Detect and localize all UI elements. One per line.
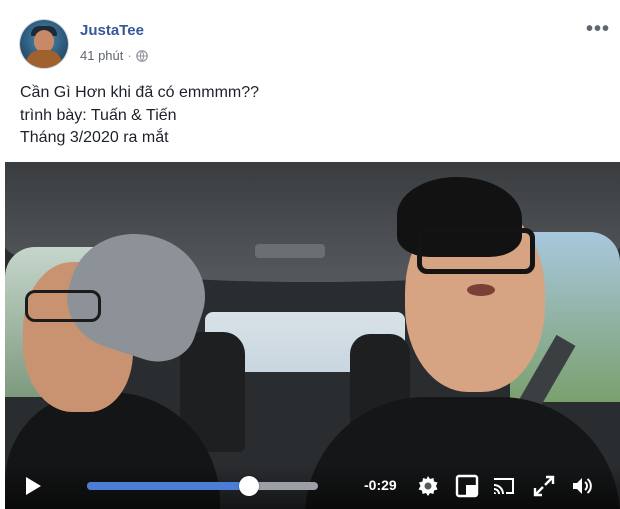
play-icon[interactable]: [23, 475, 43, 497]
video-frame-mirror: [255, 244, 325, 258]
picture-in-picture-icon[interactable]: [455, 474, 479, 498]
progress-bar[interactable]: [87, 476, 318, 496]
post-timestamp[interactable]: 41 phút: [80, 48, 123, 63]
volume-icon[interactable]: [570, 474, 594, 498]
progress-thumb[interactable]: [238, 476, 259, 496]
video-controls: -0:29: [5, 465, 620, 509]
meta-separator: ·: [127, 48, 132, 63]
post-text-line: Cần Gì Hơn khi đã có emmmm??: [20, 84, 260, 101]
post-meta: 41 phút ·: [80, 48, 148, 63]
author-name[interactable]: JustaTee: [80, 22, 144, 39]
post-text-line: trình bày: Tuấn & Tiến: [20, 106, 177, 124]
post-text: Cần Gì Hơn khi đã có emmmm?? trình bày: …: [20, 82, 259, 150]
cast-icon[interactable]: [492, 474, 516, 498]
avatar[interactable]: [20, 20, 68, 68]
video-player[interactable]: -0:29: [5, 162, 620, 509]
video-frame-mouth: [467, 284, 495, 296]
avatar-shirt: [26, 50, 62, 68]
gear-icon[interactable]: [416, 474, 440, 498]
avatar-face: [34, 30, 54, 52]
fullscreen-icon[interactable]: [532, 474, 556, 498]
progress-fill: [87, 482, 249, 490]
time-remaining: -0:29: [364, 477, 397, 493]
globe-icon: [135, 49, 148, 62]
video-frame-glasses-left: [25, 290, 101, 322]
post-text-line: Tháng 3/2020 ra mắt: [20, 129, 169, 146]
facebook-post: JustaTee 41 phút · ••• Cần Gì Hơn khi đã…: [0, 0, 620, 509]
post-header: JustaTee 41 phút · •••: [20, 18, 610, 70]
video-frame-glasses-right: [417, 228, 535, 274]
more-options-button[interactable]: •••: [586, 19, 610, 39]
